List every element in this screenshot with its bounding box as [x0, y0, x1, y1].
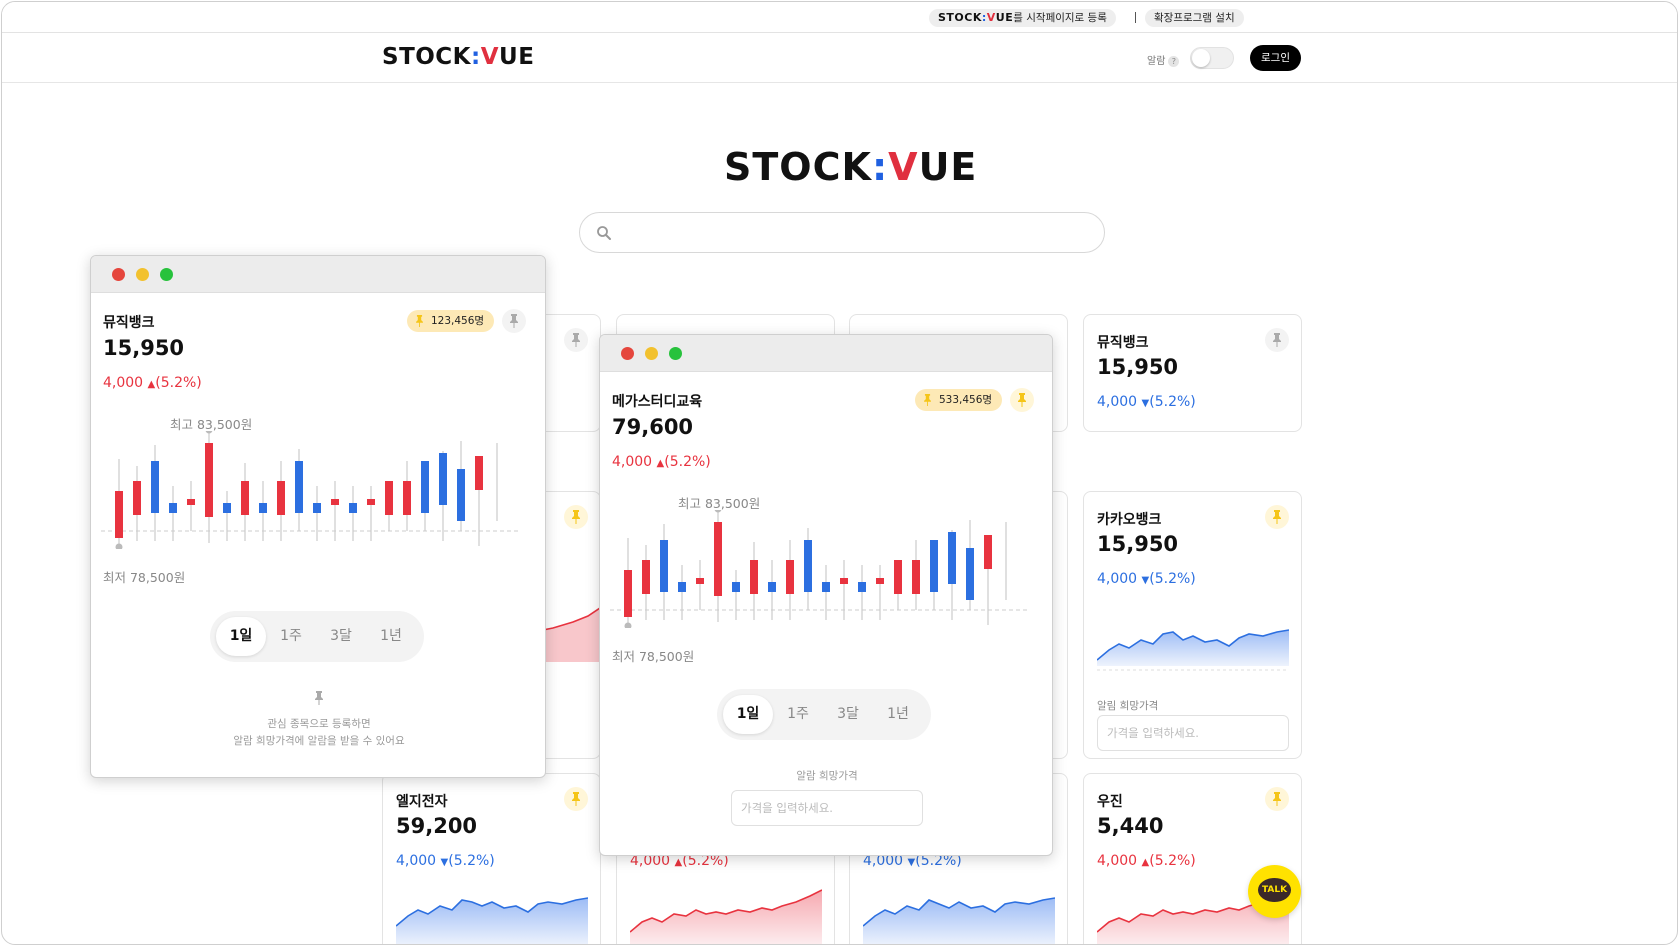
pin-button[interactable]: [564, 787, 588, 811]
sparkline-chart: [1097, 629, 1289, 671]
hero-logo: STOCK:VUE: [724, 145, 978, 189]
stock-detail-popup-megastudy[interactable]: 메가스터디교육 79,600 4,000 ▲(5.2%) 533,456명 최고…: [599, 334, 1053, 856]
maximize-window-button[interactable]: [669, 347, 682, 360]
period-1w[interactable]: 1주: [773, 695, 823, 734]
talk-icon: TALK: [1258, 878, 1291, 902]
stock-detail-popup-musicbank[interactable]: 뮤직뱅크 15,950 4,000 ▲(5.2%) 123,456명 최고 83…: [90, 255, 546, 778]
stock-card-woojin[interactable]: 우진 5,440 4,000 ▲(5.2%): [1083, 773, 1302, 944]
start-page-label: 를 시작페이지로 등록: [1013, 12, 1107, 24]
alarm-toggle[interactable]: [1190, 47, 1234, 69]
pin-icon: [572, 333, 580, 347]
pin-button[interactable]: [564, 505, 588, 529]
site-header: STOCK:VUE 알람? 로그인: [2, 34, 1677, 83]
pin-button[interactable]: [502, 309, 526, 333]
stock-change: 4,000 ▼(5.2%): [1097, 571, 1196, 587]
period-1y[interactable]: 1년: [873, 695, 923, 734]
watchers-badge: 533,456명: [915, 389, 1003, 411]
alarm-price-label: 알람 희망가격: [796, 770, 858, 782]
stock-name: 엘지전자: [396, 794, 448, 810]
low-price-label: 최저 78,500원: [103, 570, 186, 585]
stock-price: 15,950: [1097, 355, 1179, 379]
sparkline-chart: [863, 897, 1055, 944]
pin-icon: [1273, 333, 1281, 347]
pin-icon: [1018, 393, 1026, 407]
stock-change: 4,000 ▲(5.2%): [103, 375, 202, 391]
period-selector: 1일 1주 3달 1년: [717, 689, 931, 740]
pin-icon: [924, 394, 931, 406]
install-extension-button[interactable]: 확장프로그램 설치: [1145, 9, 1244, 27]
minimize-window-button[interactable]: [136, 268, 149, 281]
pin-button[interactable]: [1265, 328, 1289, 352]
period-1d[interactable]: 1일: [723, 695, 773, 734]
stock-card-kakaobank[interactable]: 카카오뱅크 15,950 4,000 ▼(5.2%) 알림 희망가격 가격을 입…: [1083, 491, 1302, 759]
candlestick-chart: [610, 510, 1030, 628]
period-3m[interactable]: 3달: [823, 695, 873, 734]
stock-change: 4,000 ▲(5.2%): [1097, 853, 1196, 869]
pin-button[interactable]: [1265, 787, 1289, 811]
stock-price: 79,600: [612, 415, 694, 439]
stock-price: 15,950: [103, 336, 185, 360]
alarm-price-label: 알림 희망가격: [1097, 700, 1159, 712]
kakao-talk-button[interactable]: TALK: [1248, 865, 1301, 918]
set-start-page-button[interactable]: STOCK:VUE를 시작페이지로 등록: [929, 9, 1116, 27]
pin-icon: [1273, 792, 1281, 806]
stock-price: 15,950: [1097, 532, 1179, 556]
period-3m[interactable]: 3달: [316, 617, 366, 656]
stock-name: 카카오뱅크: [1097, 512, 1162, 528]
window-titlebar: [91, 256, 545, 293]
alarm-price-input[interactable]: 가격을 입력하세요.: [1097, 715, 1289, 751]
help-icon[interactable]: ?: [1168, 56, 1180, 67]
candlestick-chart: [101, 431, 521, 549]
alarm-price-input[interactable]: 가격을 입력하세요.: [731, 790, 923, 826]
stock-change: 4,000 ▼(5.2%): [1097, 394, 1196, 410]
close-window-button[interactable]: [621, 347, 634, 360]
pin-button[interactable]: [564, 328, 588, 352]
low-price-label: 최저 78,500원: [612, 649, 695, 664]
top-utility-bar: STOCK:VUE를 시작페이지로 등록 확장프로그램 설치: [2, 2, 1677, 33]
login-button[interactable]: 로그인: [1250, 45, 1301, 71]
alarm-label: 알람?: [1147, 52, 1180, 67]
stock-name: 우진: [1097, 794, 1123, 810]
maximize-window-button[interactable]: [160, 268, 173, 281]
search-input[interactable]: [579, 212, 1105, 253]
stock-name: 뮤직뱅크: [103, 315, 155, 331]
header-logo[interactable]: STOCK:VUE: [382, 44, 534, 70]
stock-price: 5,440: [1097, 814, 1164, 838]
start-page-brand: STOCK:VUE: [938, 11, 1014, 24]
watchers-badge: 123,456명: [407, 310, 495, 332]
pin-icon: [416, 315, 423, 327]
sparkline-chart: [396, 897, 588, 944]
browser-frame: STOCK:VUE를 시작페이지로 등록 확장프로그램 설치 STOCK:VUE…: [1, 1, 1678, 945]
stock-name: 메가스터디교육: [612, 394, 703, 410]
stock-change: 4,000 ▲(5.2%): [612, 454, 711, 470]
pin-icon: [1273, 510, 1281, 524]
pin-icon: [510, 314, 518, 328]
sparkline-chart: [630, 889, 822, 944]
stock-card-musicbank[interactable]: 뮤직뱅크 15,950 4,000 ▼(5.2%): [1083, 314, 1302, 432]
stock-card-lgelec[interactable]: 엘지전자 59,200 4,000 ▼(5.2%): [382, 773, 601, 944]
pin-button[interactable]: [1265, 505, 1289, 529]
pin-icon: [572, 792, 580, 806]
window-titlebar: [600, 335, 1052, 372]
stock-change: 4,000 ▼(5.2%): [396, 853, 495, 869]
minimize-window-button[interactable]: [645, 347, 658, 360]
topbar-divider: [1135, 12, 1136, 23]
period-1y[interactable]: 1년: [366, 617, 416, 656]
period-1d[interactable]: 1일: [216, 617, 266, 656]
stock-price: 59,200: [396, 814, 478, 838]
period-selector: 1일 1주 3달 1년: [210, 611, 424, 662]
watchlist-note: 관심 종목으로 등록하면 알람 희망가격에 알람을 받을 수 있어요: [233, 718, 405, 747]
close-window-button[interactable]: [112, 268, 125, 281]
pin-icon: [572, 510, 580, 524]
search-icon: [597, 226, 611, 240]
stock-name: 뮤직뱅크: [1097, 335, 1149, 351]
pin-button[interactable]: [1010, 388, 1034, 412]
period-1w[interactable]: 1주: [266, 617, 316, 656]
toggle-knob: [1192, 49, 1210, 67]
pin-icon: [307, 686, 331, 710]
